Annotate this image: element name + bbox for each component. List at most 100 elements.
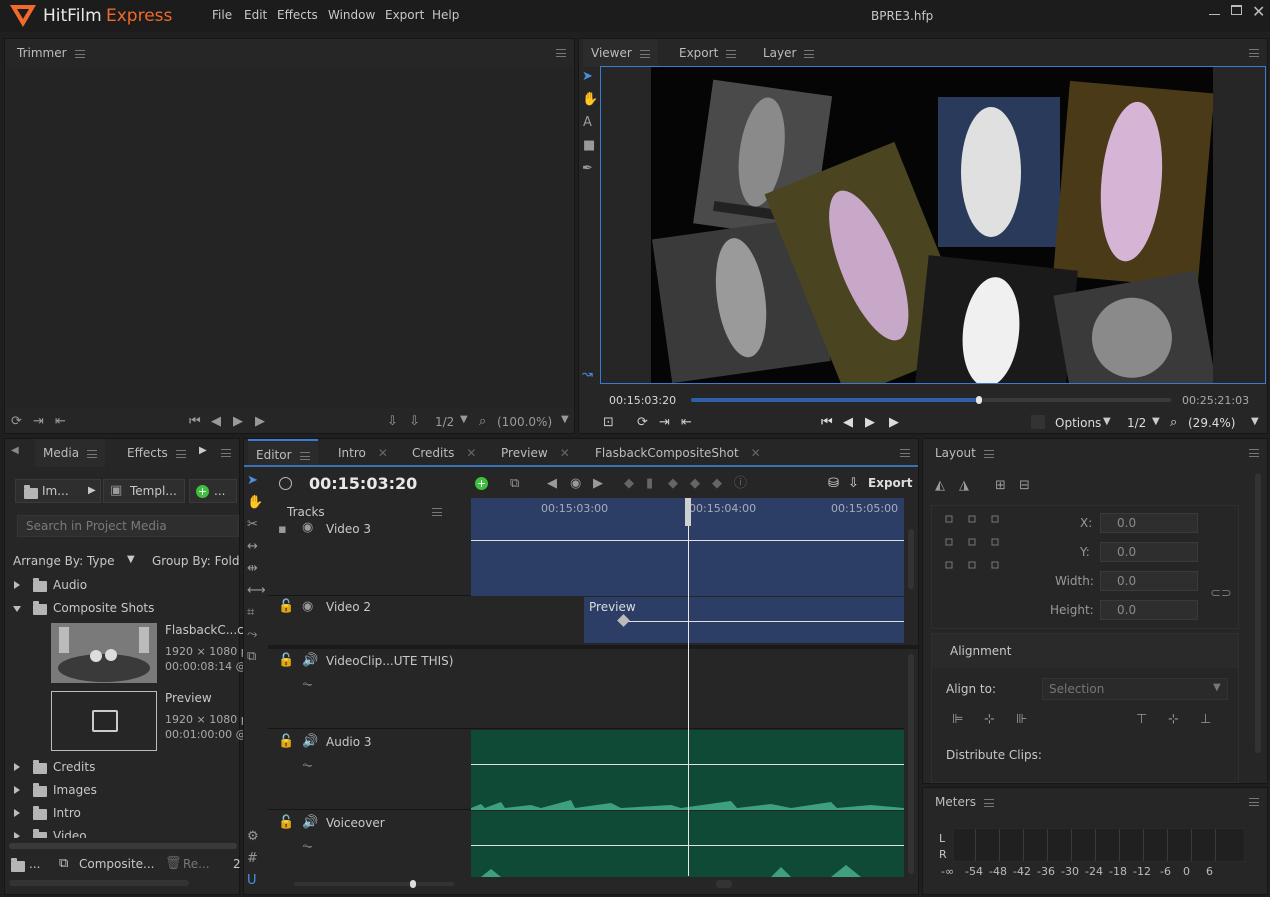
align-middle-v-icon[interactable]: ⊹ <box>1168 712 1179 728</box>
media-search-input[interactable]: Search in Project Media <box>17 515 239 537</box>
step-forward-icon[interactable]: ▶ <box>233 414 243 430</box>
video-scrollbar[interactable] <box>908 529 914 589</box>
speaker-icon[interactable]: 🔊 <box>302 734 318 750</box>
media-scrollbar[interactable] <box>9 843 237 849</box>
tabs-left-arrow-icon[interactable]: ◀ <box>11 445 19 456</box>
viewer-canvas[interactable] <box>600 66 1266 384</box>
keyframe-hold-icon[interactable]: ▮ <box>646 476 653 492</box>
tracks-menu-icon[interactable] <box>432 508 442 516</box>
options-button[interactable]: Options <box>1055 416 1101 430</box>
overlay-icon[interactable]: ⇤ <box>681 415 692 431</box>
tab-menu-icon[interactable] <box>984 798 995 807</box>
chevron-down-icon[interactable]: ▼ <box>460 414 468 425</box>
panel-menu-icon[interactable] <box>1249 449 1259 457</box>
align-top-icon[interactable]: ⊤ <box>1136 712 1147 728</box>
zoom-icon[interactable]: ⌕ <box>1170 415 1177 431</box>
viewer-scrubber[interactable] <box>691 396 1171 404</box>
add-track-icon[interactable]: + <box>475 477 488 490</box>
preview-clip[interactable]: Preview <box>584 597 904 643</box>
tab-menu-icon[interactable] <box>74 49 85 58</box>
remove-label[interactable]: Re... <box>183 857 210 871</box>
align-left-icon[interactable]: ⊫ <box>952 712 963 728</box>
minimize-icon[interactable] <box>1209 14 1220 15</box>
x-input[interactable]: 0.0 <box>1100 513 1198 533</box>
magnet-icon[interactable]: U <box>247 873 257 889</box>
align-to-select[interactable]: Selection ▼ <box>1042 678 1228 700</box>
group-by-select[interactable]: Group By: Folde <box>152 554 240 568</box>
ripple-tool-icon[interactable]: ⌗ <box>247 605 254 621</box>
tab-meters[interactable]: Meters <box>927 788 1002 816</box>
tab-intro[interactable]: Intro ✕ <box>330 439 396 467</box>
y-input[interactable]: 0.0 <box>1100 542 1198 562</box>
tab-menu-icon[interactable] <box>175 449 186 458</box>
zoom-slider[interactable] <box>294 880 454 888</box>
play-icon[interactable]: ▶ <box>255 414 265 430</box>
snap-grid-icon[interactable]: # <box>247 851 258 867</box>
new-item-button[interactable]: + ... <box>189 479 237 503</box>
keyframe-linear-icon[interactable]: ◆ <box>668 476 678 492</box>
viewer-playhead-handle[interactable] <box>976 396 982 404</box>
slice-tool-icon[interactable]: ✂ <box>247 517 258 533</box>
tab-menu-icon[interactable] <box>983 449 994 458</box>
tab-menu-icon[interactable] <box>726 49 737 58</box>
menu-window[interactable]: Window <box>328 8 375 22</box>
lock-icon[interactable]: 🔓 <box>278 815 294 831</box>
tab-menu-icon[interactable] <box>87 449 98 458</box>
slide-tool-icon[interactable]: ⇹ <box>247 561 258 577</box>
insert-icon[interactable]: ⇥ <box>33 414 44 430</box>
tree-item-composite-shots[interactable]: Composite Shots <box>5 598 241 618</box>
align-bottom-icon[interactable]: ⊥ <box>1200 712 1211 728</box>
tree-item-audio[interactable]: Audio <box>5 575 241 595</box>
new-folder-icon[interactable] <box>11 858 25 872</box>
tree-item-intro[interactable]: Intro <box>5 803 241 823</box>
loop-icon[interactable]: ⟳ <box>637 415 648 431</box>
keyframe-ease-icon[interactable]: ◆ <box>690 476 700 492</box>
slip-tool-icon[interactable]: ↔ <box>247 539 258 555</box>
tree-item-video[interactable]: Video <box>5 826 241 838</box>
tab-editor[interactable]: Editor <box>248 439 318 467</box>
menu-edit[interactable]: Edit <box>244 8 267 22</box>
info-icon[interactable]: ⓘ <box>734 476 747 492</box>
lock-icon[interactable]: 🔓 <box>278 734 294 750</box>
link-icon[interactable]: ⊂⊃ <box>1210 586 1232 602</box>
overlay-icon[interactable]: ⇤ <box>55 414 66 430</box>
media-item-flashback[interactable]: FlasbackC...c 1920 × 1080 p 00:00:08:14 … <box>51 623 248 685</box>
trash-icon[interactable]: 🗑 <box>165 856 182 872</box>
keyframe-smooth-icon[interactable]: ◆ <box>712 476 722 492</box>
media-bottom-scrollbar[interactable] <box>9 880 189 886</box>
collapse-arrow-icon[interactable] <box>13 606 21 612</box>
lock-icon[interactable]: 🔓 <box>278 653 294 669</box>
tab-menu-icon[interactable] <box>639 49 650 58</box>
menu-help[interactable]: Help <box>432 8 459 22</box>
skip-start-icon[interactable]: ⏮ <box>189 414 201 430</box>
expand-arrow-icon[interactable] <box>14 763 20 771</box>
skip-start-icon[interactable]: ⏮ <box>821 415 833 431</box>
trimmer-zoom[interactable]: (100.0%) <box>497 415 552 429</box>
tree-item-images[interactable]: Images <box>5 780 241 800</box>
panel-menu-icon[interactable] <box>221 449 231 457</box>
menu-export[interactable]: Export <box>385 8 424 22</box>
zoom-slider-handle[interactable] <box>410 880 416 888</box>
menu-effects[interactable]: Effects <box>277 8 318 22</box>
flip-horizontal-icon[interactable]: ◭ <box>935 478 945 494</box>
tab-export[interactable]: Export <box>671 39 744 67</box>
lock-icon[interactable]: ▪ <box>278 522 287 538</box>
keyframe-marker-icon[interactable] <box>617 614 630 627</box>
export-button[interactable]: Export <box>868 476 912 490</box>
arrange-by-select[interactable]: Arrange By: Type <box>13 554 115 568</box>
maximize-icon[interactable] <box>1231 5 1242 15</box>
tab-menu-icon[interactable] <box>299 451 310 460</box>
chevron-down-icon[interactable]: ▼ <box>1103 416 1111 427</box>
tab-viewer[interactable]: Viewer <box>583 39 658 67</box>
rate-tool-icon[interactable]: ⤳ <box>247 627 257 643</box>
lock-icon[interactable]: 🔓 <box>278 599 294 615</box>
step-back-icon[interactable]: ◀ <box>211 414 221 430</box>
expand-arrow-icon[interactable] <box>14 581 20 589</box>
tab-credits[interactable]: Credits ✕ <box>404 439 484 467</box>
composite-add-icon[interactable]: ⧉ <box>510 476 519 492</box>
new-composite-label[interactable]: Composite... <box>79 857 155 871</box>
tab-effects[interactable]: Effects <box>119 439 194 467</box>
media-item-preview[interactable]: Preview 1920 × 1080 p 00:01:00:00 @ <box>51 691 248 753</box>
audio-scrollbar[interactable] <box>908 654 914 874</box>
select-tool-icon[interactable]: ➤ <box>247 473 258 489</box>
